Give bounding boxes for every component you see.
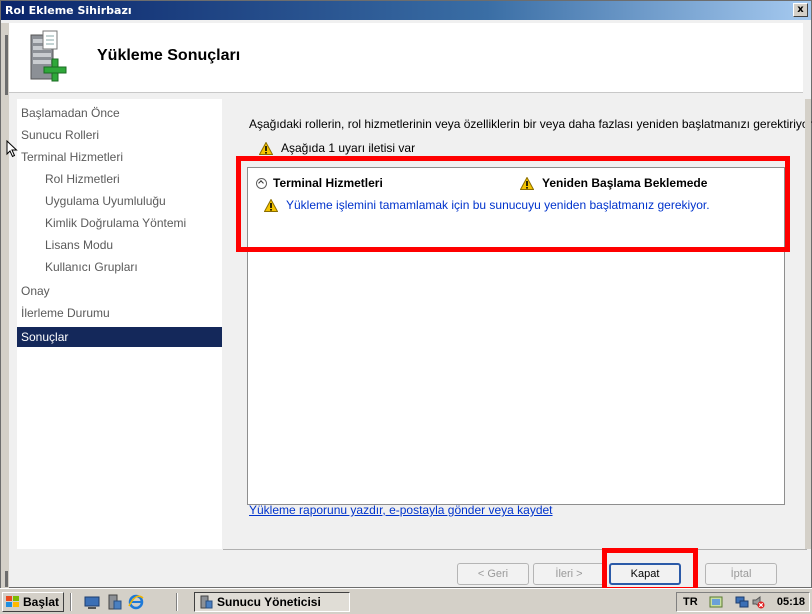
screen: Rol Ekleme Sihirbazı x Yükleme Sonuçları… bbox=[0, 0, 812, 614]
taskbar-separator bbox=[176, 593, 178, 611]
clock[interactable]: 05:18 bbox=[777, 593, 805, 611]
server-add-icon bbox=[30, 30, 67, 82]
show-desktop-icon[interactable] bbox=[84, 594, 100, 610]
warning-icon bbox=[259, 142, 273, 156]
page-title: Yükleme Sonuçları bbox=[97, 47, 241, 64]
keyboard-icon[interactable] bbox=[709, 595, 723, 609]
start-button[interactable]: Başlat bbox=[2, 592, 64, 612]
taskbar-item-label: Sunucu Yöneticisi bbox=[217, 595, 321, 609]
sidebar-item-terminal-hizmetleri[interactable]: Terminal Hizmetleri bbox=[17, 147, 222, 167]
wizard-header: Yükleme Sonuçları bbox=[9, 23, 803, 93]
warning-summary-text: Aşağıda 1 uyarı iletisi var bbox=[281, 141, 416, 155]
taskbar-item-server-manager[interactable]: Sunucu Yöneticisi bbox=[194, 592, 350, 612]
mouse-cursor-icon bbox=[6, 140, 18, 158]
windows-logo-icon bbox=[6, 596, 19, 607]
left-border bbox=[1, 23, 9, 589]
sidebar-item-baslamadan-once[interactable]: Başlamadan Önce bbox=[17, 103, 222, 123]
wizard-window: Rol Ekleme Sihirbazı x Yükleme Sonuçları… bbox=[0, 0, 812, 589]
intro-text: Aşağıdaki rollerin, rol hizmetlerinin ve… bbox=[249, 117, 812, 131]
sidebar-item-onay[interactable]: Onay bbox=[17, 281, 222, 301]
next-button[interactable]: İleri > bbox=[533, 563, 605, 585]
right-border bbox=[805, 99, 811, 549]
internet-explorer-icon[interactable] bbox=[128, 594, 144, 610]
resize-grip bbox=[5, 35, 8, 95]
volume-muted-icon[interactable] bbox=[751, 595, 765, 609]
title-bar[interactable]: Rol Ekleme Sihirbazı x bbox=[1, 1, 811, 20]
start-label: Başlat bbox=[23, 595, 60, 609]
window-title: Rol Ekleme Sihirbazı bbox=[5, 4, 132, 17]
sidebar-item-kimlik-dogrulama[interactable]: Kimlik Doğrulama Yöntemi bbox=[17, 213, 222, 233]
back-button[interactable]: < Geri bbox=[457, 563, 529, 585]
wizard-steps-sidebar: Başlamadan Önce Sunucu Rolleri Terminal … bbox=[17, 99, 222, 549]
highlight-close-button bbox=[602, 548, 698, 592]
resize-grip bbox=[5, 571, 8, 587]
cancel-button[interactable]: İptal bbox=[705, 563, 777, 585]
taskbar-separator bbox=[70, 593, 72, 611]
server-manager-icon bbox=[200, 595, 213, 609]
warning-summary: Aşağıda 1 uyarı iletisi var bbox=[259, 141, 416, 156]
sidebar-item-kullanici-gruplari[interactable]: Kullanıcı Grupları bbox=[17, 257, 222, 277]
server-manager-icon[interactable] bbox=[106, 594, 122, 610]
footer-divider bbox=[223, 549, 807, 550]
sidebar-item-sonuclar[interactable]: Sonuçlar bbox=[17, 327, 222, 347]
taskbar: Başlat Sunucu Yöneticisi TR 05:18 bbox=[0, 588, 812, 614]
sidebar-item-sunucu-rolleri[interactable]: Sunucu Rolleri bbox=[17, 125, 222, 145]
sidebar-item-lisans-modu[interactable]: Lisans Modu bbox=[17, 235, 222, 255]
system-tray: TR 05:18 bbox=[676, 592, 810, 612]
close-window-button[interactable]: x bbox=[793, 3, 808, 17]
report-link[interactable]: Yükleme raporunu yazdır, e-postayla gönd… bbox=[249, 503, 553, 517]
highlight-results-box bbox=[236, 156, 790, 252]
sidebar-item-uygulama-uyumlulugu[interactable]: Uygulama Uyumluluğu bbox=[17, 191, 222, 211]
sidebar-item-rol-hizmetleri[interactable]: Rol Hizmetleri bbox=[17, 169, 222, 189]
sidebar-item-ilerleme-durumu[interactable]: İlerleme Durumu bbox=[17, 303, 222, 323]
network-icon[interactable] bbox=[735, 595, 749, 609]
language-indicator[interactable]: TR bbox=[683, 593, 698, 611]
